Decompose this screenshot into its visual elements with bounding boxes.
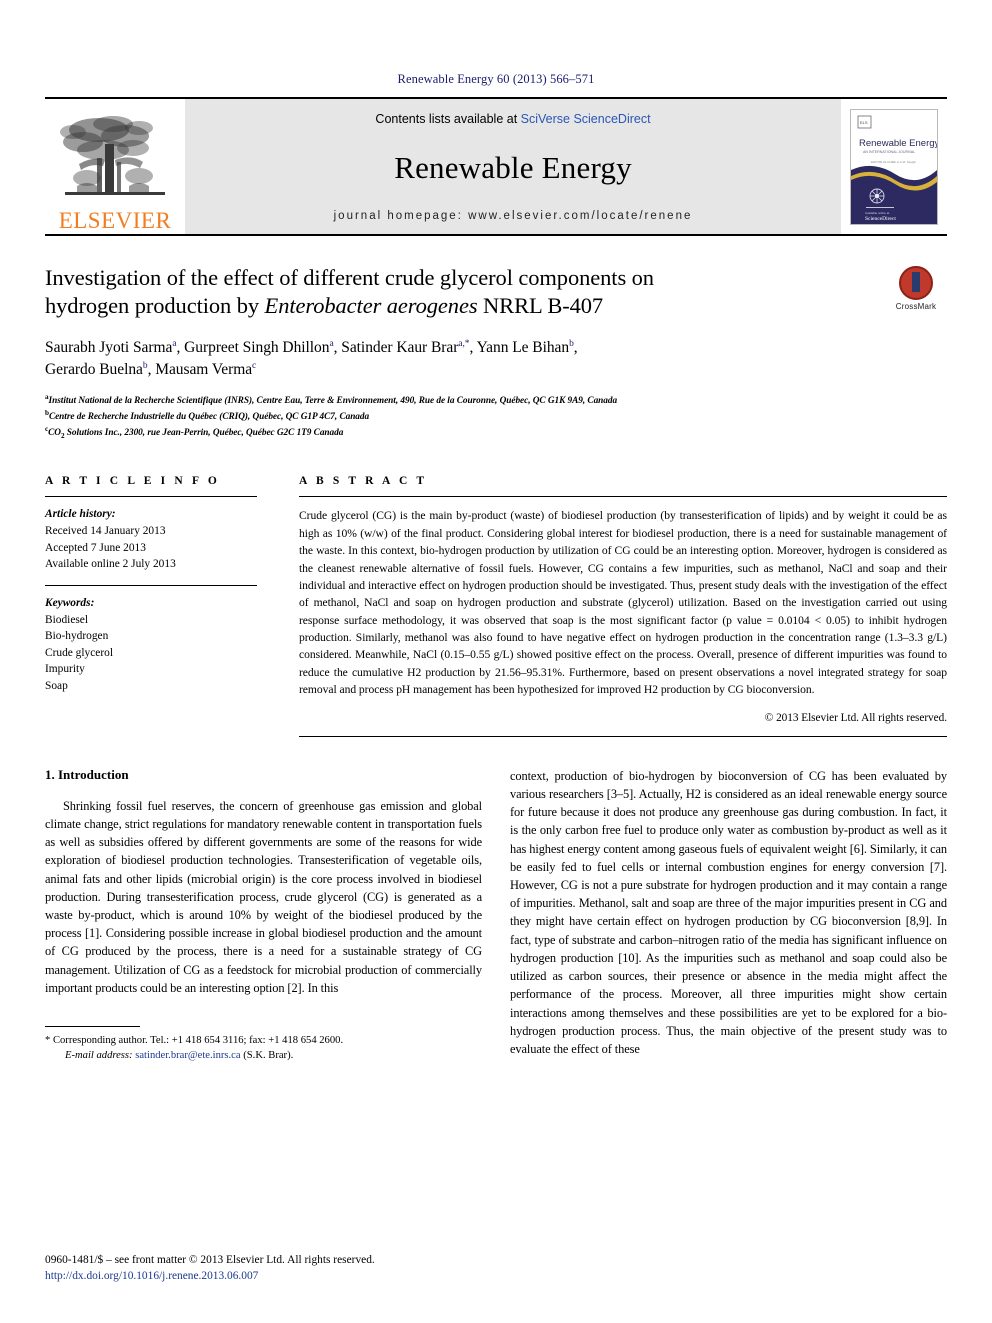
title-line-1: Investigation of the effect of different… <box>45 265 654 290</box>
svg-text:AN INTERNATIONAL JOURNAL: AN INTERNATIONAL JOURNAL <box>863 150 915 154</box>
contents-prefix: Contents lists available at <box>375 112 521 126</box>
corresponding-author-note: * Corresponding author. Tel.: +1 418 654… <box>45 1035 344 1047</box>
journal-cover-thumbnail: ELS Renewable Energy AN INTERNATIONAL JO… <box>841 99 947 234</box>
affiliation-a-text: Institut National de la Recherche Scient… <box>48 395 618 406</box>
author-affiliation-marker: b <box>569 338 574 349</box>
affiliation-b-text: Centre de Recherche Industrielle du Québ… <box>48 412 370 422</box>
cover-image: ELS Renewable Energy AN INTERNATIONAL JO… <box>850 108 938 225</box>
article-history-group: Article history: Received 14 January 201… <box>45 497 257 573</box>
received-date: Received 14 January 2013 <box>45 525 166 537</box>
email-link[interactable]: satinder.brar@ete.inrs.ca <box>135 1050 240 1061</box>
keyword-item: Bio-hydrogen <box>45 630 109 643</box>
email-owner: (S.K. Brar). <box>243 1050 294 1062</box>
author-affiliation-marker: b <box>142 361 148 371</box>
crossmark-icon <box>899 266 933 300</box>
keyword-item: Impurity <box>45 663 85 676</box>
journal-masthead: ELSEVIER Contents lists available at Sci… <box>45 97 947 236</box>
affiliation-b: bCentre de Recherche Industrielle du Qué… <box>45 408 947 424</box>
abstract-column: A B S T R A C T Crude glycerol (CG) is t… <box>299 475 947 737</box>
article-info-heading: A R T I C L E I N F O <box>45 475 220 488</box>
elsevier-wordmark: ELSEVIER <box>58 208 172 233</box>
title-line-2-post: NRRL B-407 <box>477 293 604 319</box>
title-line-2-pre: hydrogen production by <box>45 293 265 319</box>
abstract-rule-bottom <box>299 735 947 737</box>
svg-text:ScienceDirect: ScienceDirect <box>865 216 896 222</box>
issn-front-matter: 0960-1481/$ – see front matter © 2013 El… <box>45 1253 375 1266</box>
article-history-label: Article history: <box>45 508 116 521</box>
title-block: Investigation of the effect of different… <box>45 264 947 441</box>
journal-title: Renewable Energy <box>394 150 632 185</box>
affiliation-list: aInstitut National de la Recherche Scien… <box>45 392 947 442</box>
svg-text:Available online at: Available online at <box>865 211 889 215</box>
author-list: Saurabh Jyoti Sarmaa, Gurpreet Singh Dhi… <box>45 338 578 379</box>
sciencedirect-link[interactable]: SciVerse ScienceDirect <box>521 112 651 126</box>
keyword-item: Crude glycerol <box>45 646 114 659</box>
accepted-date: Accepted 7 June 2013 <box>45 541 146 554</box>
journal-homepage-link[interactable]: journal homepage: www.elsevier.com/locat… <box>334 210 693 222</box>
email-note: E-mail address: satinder.brar@ete.inrs.c… <box>45 1048 482 1063</box>
keywords-group: Keywords: Biodiesel Bio-hydrogen Crude g… <box>45 586 257 695</box>
co2-subscript: 2 <box>60 432 65 441</box>
running-head: Renewable Energy 60 (2013) 566–571 <box>397 72 595 86</box>
affiliation-c: cCO2 Solutions Inc., 2300, rue Jean-Perr… <box>45 425 344 441</box>
body-column-right: context, production of bio-hydrogen by b… <box>510 767 947 1059</box>
body-column-left: 1. Introduction Shrinking fossil fuel re… <box>45 766 482 1061</box>
abstract-copyright: © 2013 Elsevier Ltd. All rights reserved… <box>764 711 947 724</box>
author-affiliation-marker: a,* <box>458 338 470 349</box>
introduction-paragraph-left: Shrinking fossil fuel reserves, the conc… <box>45 798 482 995</box>
keyword-item: Soap <box>45 680 68 693</box>
affiliation-a: aInstitut National de la Recherche Scien… <box>45 392 947 408</box>
abstract-heading: A B S T R A C T <box>299 475 428 488</box>
introduction-heading: 1. Introduction <box>45 766 129 782</box>
keywords-label: Keywords: <box>45 596 95 609</box>
author-affiliation-marker: a <box>172 338 177 349</box>
svg-text:EDITOR-IN-CHIEF A.A.M. Sayigh: EDITOR-IN-CHIEF A.A.M. Sayigh <box>871 160 916 164</box>
elsevier-tree-icon <box>60 116 165 195</box>
abstract-body: Crude glycerol (CG) is the main by-produ… <box>299 497 947 726</box>
author-affiliation-marker: a <box>329 338 334 349</box>
affiliation-marker-c: c <box>45 425 49 434</box>
abstract-text: Crude glycerol (CG) is the main by-produ… <box>299 509 947 697</box>
introduction-paragraph-right: context, production of bio-hydrogen by b… <box>510 768 947 1057</box>
journal-band: Contents lists available at SciVerse Sci… <box>185 99 841 234</box>
elsevier-logo: ELSEVIER <box>45 99 185 234</box>
doi-link[interactable]: http://dx.doi.org/10.1016/j.renene.2013.… <box>45 1268 485 1285</box>
footnote-rule <box>45 1026 140 1028</box>
svg-text:Renewable Energy: Renewable Energy <box>859 138 937 149</box>
author-affiliation-marker: c <box>252 361 257 371</box>
title-species-name: Enterobacter aerogenes <box>264 293 478 319</box>
body-columns: 1. Introduction Shrinking fossil fuel re… <box>45 766 947 1061</box>
keyword-item: Biodiesel <box>45 613 89 626</box>
available-online-date: Available online 2 July 2013 <box>45 558 176 571</box>
info-abstract-section: A R T I C L E I N F O Article history: R… <box>45 475 947 737</box>
crossmark-badge[interactable]: CrossMark <box>885 266 947 311</box>
svg-text:ELS: ELS <box>860 120 868 125</box>
article-info-column: A R T I C L E I N F O Article history: R… <box>45 475 257 736</box>
email-label: E-mail address: <box>65 1050 133 1062</box>
page-footer: 0960-1481/$ – see front matter © 2013 El… <box>45 1252 485 1285</box>
crossmark-label: CrossMark <box>895 302 937 311</box>
cover-artwork: ELS Renewable Energy AN INTERNATIONAL JO… <box>851 109 937 224</box>
contents-available-line: Contents lists available at SciVerse Sci… <box>375 112 650 126</box>
footnote-block: * Corresponding author. Tel.: +1 418 654… <box>45 1026 482 1063</box>
article-page: Renewable Energy 60 (2013) 566–571 ELSEV… <box>0 0 992 1323</box>
page-title: Investigation of the effect of different… <box>45 264 947 321</box>
